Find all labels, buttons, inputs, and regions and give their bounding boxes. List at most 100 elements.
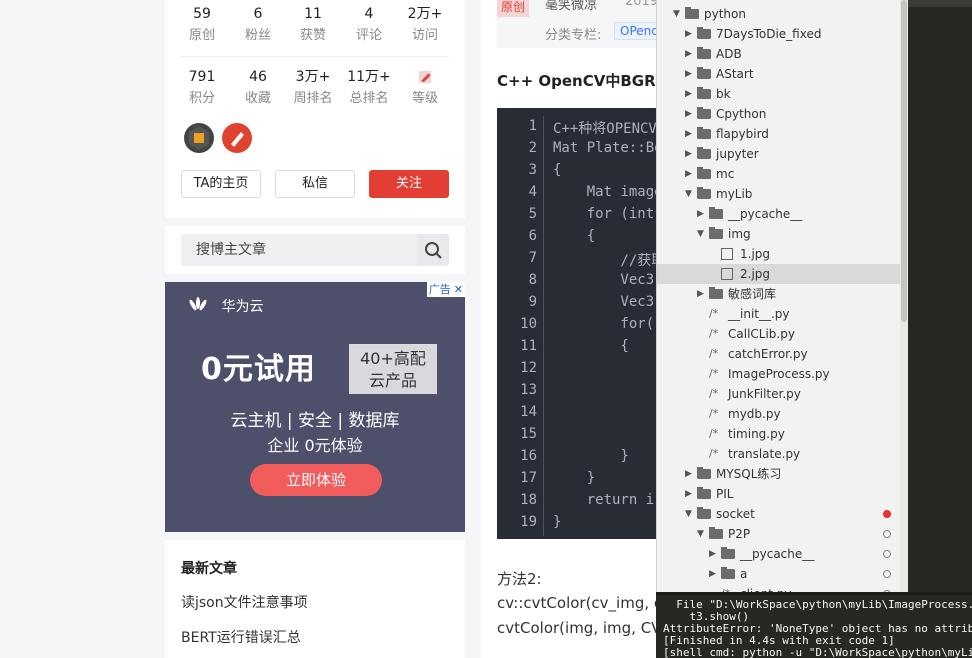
ad-label: 广告 [428, 283, 451, 296]
tree-folder[interactable]: ▶ MYSQL练习 [657, 464, 908, 484]
tree-folder[interactable]: ▶ jupyter [657, 144, 908, 164]
code-line-number: 8 [528, 272, 537, 288]
code-line: Mat Plate::Be [553, 140, 662, 156]
tree-label: ImageProcess.py [728, 367, 830, 381]
chevron-right-icon[interactable]: ▶ [709, 564, 716, 584]
stat-label: 粉丝 [244, 28, 271, 43]
stat-item[interactable]: 6 粉丝 [230, 5, 286, 45]
tree-folder[interactable]: ▶ bk [657, 84, 908, 104]
tree-folder[interactable]: ▶ __pycache__ [657, 544, 908, 564]
code-line: Vec3 [553, 272, 655, 288]
tree-file[interactable]: /* __init__.py [657, 304, 908, 324]
tree-folder[interactable]: ▶ Cpython [657, 104, 908, 124]
chevron-right-icon[interactable]: ▶ [685, 164, 692, 184]
chevron-right-icon[interactable]: ▶ [685, 24, 692, 44]
follow-button[interactable]: 关注 [369, 170, 449, 198]
tree-folder[interactable]: ▶ __pycache__ [657, 204, 908, 224]
chevron-down-icon[interactable]: ▼ [697, 224, 704, 244]
tree-file[interactable]: /* CallCLib.py [657, 324, 908, 344]
column-label: 分类专栏: [545, 28, 602, 43]
tree-folder[interactable]: ▼ python [657, 4, 908, 24]
stat-item[interactable]: 46 收藏 [230, 68, 286, 108]
tree-file[interactable]: /* mydb.py [657, 404, 908, 424]
tree-folder[interactable]: ▶ ADB [657, 44, 908, 64]
tree-file[interactable]: /* ImageProcess.py [657, 364, 908, 384]
tree-folder[interactable]: ▶ flapybird [657, 124, 908, 144]
tree-folder[interactable]: ▼ socket [657, 504, 908, 524]
stat-value: 59 [193, 6, 211, 22]
ad-cta-button[interactable]: 立即体验 [250, 464, 382, 496]
chevron-right-icon[interactable]: ▶ [685, 464, 692, 484]
stat-item[interactable]: 4 评论 [341, 5, 397, 45]
tree-folder[interactable]: ▶ a [657, 564, 908, 584]
file-icon: /* [721, 584, 730, 592]
folder-icon [709, 527, 723, 539]
chevron-down-icon[interactable]: ▼ [685, 184, 692, 204]
tree-file[interactable]: 1.jpg [657, 244, 908, 264]
tree-label: 敏感词库 [728, 287, 777, 301]
author-link[interactable]: 毫笑微凉 [545, 0, 597, 13]
stat-item[interactable]: 11万+ 总排名 [341, 68, 397, 108]
tree-folder[interactable]: ▶ PIL [657, 484, 908, 504]
tree-file[interactable]: /* translate.py [657, 444, 908, 464]
tree-label: 7DaysToDie_fixed [716, 27, 822, 41]
stat-item[interactable]: 2万+ 访问 [397, 5, 453, 45]
chevron-down-icon[interactable]: ▼ [697, 524, 704, 544]
code-line: Mat image [553, 184, 662, 200]
chevron-down-icon[interactable]: ▼ [673, 4, 680, 24]
chevron-right-icon[interactable]: ▶ [685, 44, 692, 64]
tree-file[interactable]: /* JunkFilter.py [657, 384, 908, 404]
tree-folder[interactable]: ▶ mc [657, 164, 908, 184]
tree-file[interactable]: /* client.py [657, 584, 908, 592]
tree-folder[interactable]: ▼ img [657, 224, 908, 244]
chevron-right-icon[interactable]: ▶ [685, 104, 692, 124]
tree-folder[interactable]: ▶ AStart [657, 64, 908, 84]
stat-value: 4 [364, 6, 374, 22]
chevron-right-icon[interactable]: ▶ [685, 64, 692, 84]
search-button[interactable] [417, 234, 449, 266]
chevron-right-icon[interactable]: ▶ [685, 84, 692, 104]
code-gutter [543, 116, 544, 536]
image-file-icon [721, 268, 733, 280]
tree-label: AStart [716, 67, 754, 81]
homepage-button[interactable]: TA的主页 [181, 170, 261, 198]
tree-folder[interactable]: ▶ 敏感词库 [657, 284, 908, 304]
chevron-right-icon[interactable]: ▶ [697, 204, 704, 224]
code-line: { [553, 162, 562, 178]
file-icon: /* [709, 367, 719, 380]
stat-value: 2万+ [407, 6, 443, 22]
advertisement[interactable]: 广告 ✕ 华为云 0元试用 40+高配 云产品 云主机 | 安全 | 数据库 企业… [165, 282, 465, 532]
chevron-right-icon[interactable]: ▶ [685, 484, 692, 504]
code-inline-1: cv::cvtColor(cv_img, c [497, 594, 663, 612]
console-line: [shell_cmd: python -u "D:\WorkSpace\pyth… [663, 646, 972, 658]
search-input[interactable]: 搜博主文章 [181, 234, 417, 266]
stat-item[interactable]: 3万+ 周排名 [285, 68, 341, 108]
chevron-right-icon[interactable]: ▶ [685, 144, 692, 164]
recent-article-link[interactable]: 读json文件注意事项 [181, 592, 308, 612]
stat-item[interactable]: 11 获赞 [285, 5, 341, 45]
badge-icon[interactable] [184, 123, 214, 153]
stat-item[interactable]: 59 原创 [174, 5, 230, 45]
ad-close-icon[interactable]: ✕ [454, 283, 463, 296]
tree-folder[interactable]: ▼ P2P [657, 524, 908, 544]
chevron-down-icon[interactable]: ▼ [685, 504, 692, 524]
tree-file[interactable]: /* timing.py [657, 424, 908, 444]
chevron-right-icon[interactable]: ▶ [697, 284, 704, 304]
sidebar-scroll-thumb[interactable] [901, 0, 907, 322]
pen-badge-icon[interactable] [222, 123, 252, 153]
chevron-right-icon[interactable]: ▶ [685, 124, 692, 144]
editor-pane[interactable] [908, 0, 972, 592]
folder-icon [697, 127, 711, 139]
tree-file[interactable]: 2.jpg [657, 264, 908, 284]
tree-folder[interactable]: ▶ 7DaysToDie_fixed [657, 24, 908, 44]
message-button[interactable]: 私信 [275, 170, 355, 198]
folder-icon [697, 467, 711, 479]
stat-item[interactable]: 791 积分 [174, 68, 230, 108]
chevron-right-icon[interactable]: ▶ [709, 544, 716, 564]
tree-file[interactable]: /* catchError.py [657, 344, 908, 364]
tree-folder[interactable]: ▼ myLib [657, 184, 908, 204]
recent-article-link[interactable]: BERT运行错误汇总 [181, 627, 301, 647]
tree-label: 2.jpg [740, 267, 771, 281]
file-icon: /* [709, 407, 719, 420]
stat-item[interactable]: 等级 [397, 68, 453, 108]
